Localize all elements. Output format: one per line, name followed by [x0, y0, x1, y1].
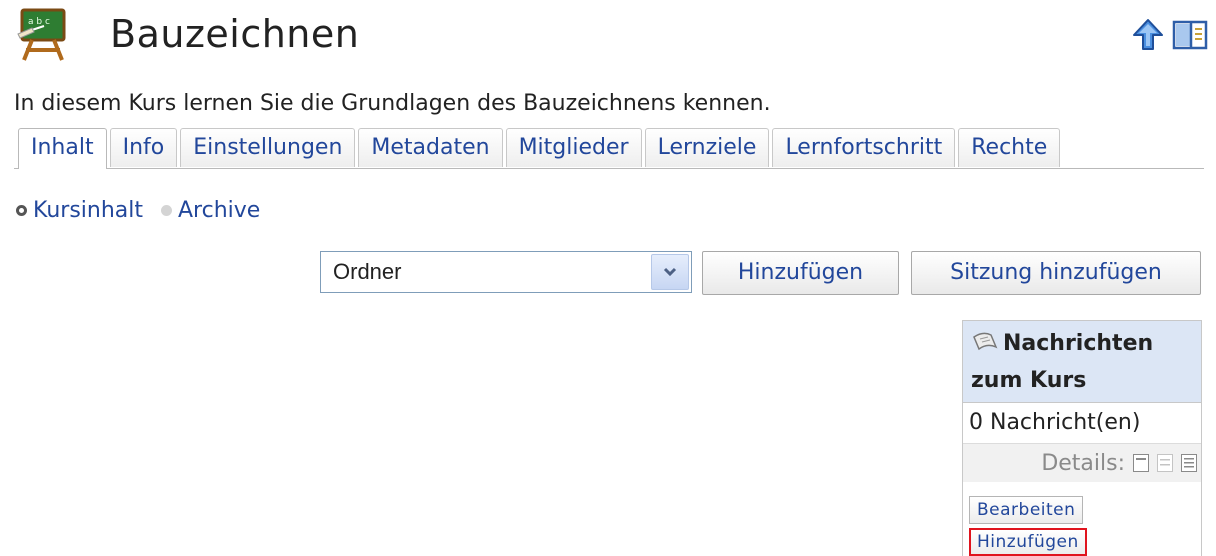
details-level-1-icon[interactable] — [1133, 454, 1149, 472]
up-arrow-icon[interactable] — [1132, 18, 1164, 52]
news-icon — [971, 330, 999, 364]
tab-lernfortschritt[interactable]: Lernfortschritt — [772, 128, 956, 167]
active-bullet-icon — [16, 205, 27, 216]
subtab-label: Kursinhalt — [33, 198, 143, 223]
select-value: Ordner — [333, 259, 402, 284]
svg-text:a b c: a b c — [28, 17, 50, 27]
news-block-header: Nachrichten zum Kurs — [963, 321, 1201, 403]
inactive-bullet-icon — [161, 205, 172, 216]
tab-bar: Inhalt Info Einstellungen Metadaten Mitg… — [14, 128, 1204, 169]
object-type-select[interactable]: Ordner — [320, 251, 692, 293]
tab-mitglieder[interactable]: Mitglieder — [505, 128, 642, 167]
tab-lernziele[interactable]: Lernziele — [644, 128, 770, 167]
page-title: Bauzeichnen — [110, 12, 360, 56]
news-add-button[interactable]: Hinzufügen — [969, 528, 1087, 556]
tab-info[interactable]: Info — [109, 128, 178, 167]
course-blackboard-icon: a b c — [14, 6, 72, 64]
tab-einstellungen[interactable]: Einstellungen — [180, 128, 356, 167]
subtab-bar: Kursinhalt Archive — [16, 198, 278, 223]
course-description: In diesem Kurs lernen Sie die Grundlagen… — [14, 91, 771, 116]
tab-inhalt[interactable]: Inhalt — [18, 128, 107, 169]
news-count: 0 Nachricht(en) — [963, 403, 1201, 444]
subtab-kursinhalt[interactable]: Kursinhalt — [16, 198, 143, 223]
details-label: Details: — [1041, 450, 1125, 476]
details-level-2-icon[interactable] — [1157, 454, 1173, 472]
news-actions: Bearbeiten Hinzufügen — [963, 482, 1201, 556]
subtab-label: Archive — [178, 198, 261, 223]
tab-rechte[interactable]: Rechte — [958, 128, 1061, 167]
details-level-3-icon[interactable] — [1181, 454, 1197, 472]
chevron-down-icon[interactable] — [651, 254, 689, 290]
news-details-bar: Details: — [963, 444, 1201, 482]
add-button[interactable]: Hinzufügen — [702, 251, 899, 295]
subtab-archive[interactable]: Archive — [161, 198, 260, 223]
news-block: Nachrichten zum Kurs 0 Nachricht(en) Det… — [962, 320, 1202, 556]
news-edit-button[interactable]: Bearbeiten — [969, 496, 1084, 524]
layout-toggle-icon[interactable] — [1172, 20, 1208, 50]
add-session-button[interactable]: Sitzung hinzufügen — [911, 251, 1201, 295]
tab-metadaten[interactable]: Metadaten — [358, 128, 503, 167]
